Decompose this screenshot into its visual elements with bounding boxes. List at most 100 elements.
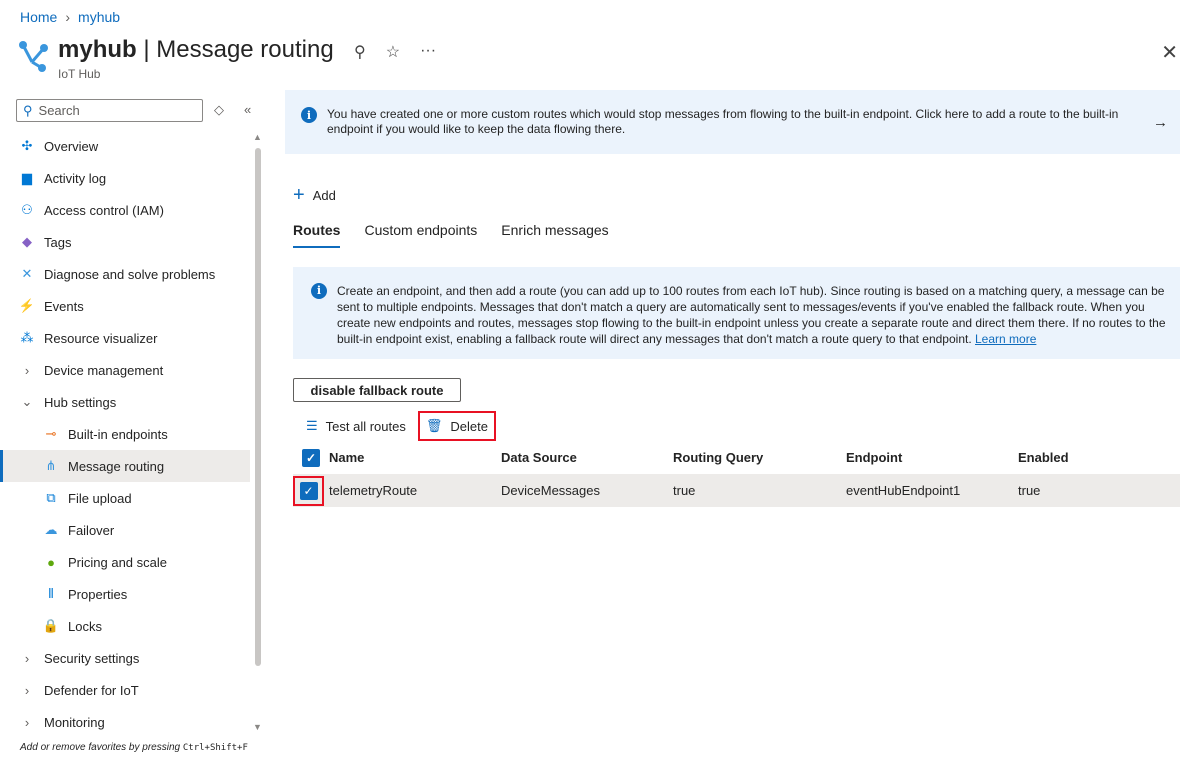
info-icon: i [311, 283, 327, 299]
scroll-up-icon[interactable]: ▲ [253, 132, 262, 142]
info-icon: i [301, 107, 317, 123]
tag-icon: ◆ [22, 234, 32, 249]
scroll-down-icon[interactable]: ▼ [253, 722, 262, 732]
sidebar-item-locks[interactable]: 🔒 Locks [0, 610, 250, 642]
sidebar-item-file-upload[interactable]: ⧉ File upload [0, 482, 250, 514]
select-all-checkbox[interactable]: ✓ [302, 448, 320, 467]
activity-log-icon: ▆ [22, 170, 32, 185]
sidebar-item-pricing-and-scale[interactable]: ● Pricing and scale [0, 546, 250, 578]
disable-fallback-route-button[interactable]: disable fallback route [293, 378, 461, 402]
sidebar-item-label: Monitoring [44, 714, 105, 730]
col-endpoint[interactable]: Endpoint [846, 450, 1018, 465]
routing-icon: ⋔ [45, 458, 57, 473]
sidebar-scrollbar[interactable]: ▲ ▼ [253, 132, 263, 732]
sidebar-item-failover[interactable]: ☁ Failover [0, 514, 250, 546]
sidebar-item-label: Diagnose and solve problems [44, 266, 216, 282]
tab-custom-endpoints[interactable]: Custom endpoints [364, 222, 477, 248]
routing-info: i Create an endpoint, and then add a rou… [293, 267, 1180, 359]
pricing-icon: ● [47, 554, 55, 570]
sidebar-item-properties[interactable]: ⦀ Properties [0, 578, 250, 610]
sidebar-item-activity-log[interactable]: ▆ Activity log [0, 162, 250, 194]
more-icon[interactable]: ··· [420, 42, 436, 62]
delete-button[interactable]: 🗑 Delete [417, 411, 496, 441]
checklist-icon: ☰ [306, 418, 318, 433]
plus-icon: + [293, 184, 305, 206]
sidebar-item-built-in-endpoints[interactable]: ⊸ Built-in endpoints [0, 418, 250, 450]
sidebar-item-access-control-iam[interactable]: ⚇ Access control (IAM) [0, 194, 250, 226]
arrow-right-icon[interactable]: → [1153, 115, 1168, 130]
sidebar-item-message-routing[interactable]: ⋔ Message routing [0, 450, 250, 482]
chevron-down-icon[interactable]: ⌄ [20, 394, 34, 410]
custom-routes-banner[interactable]: i You have created one or more custom ro… [285, 90, 1180, 154]
search-icon: ⚲ [23, 102, 33, 118]
properties-icon: ⦀ [48, 586, 54, 601]
sidebar-item-tags[interactable]: ◆ Tags [0, 226, 250, 258]
sidebar-item-label: Access control (IAM) [44, 202, 164, 218]
tab-enrich-messages[interactable]: Enrich messages [501, 222, 608, 248]
page-title: myhub | Message routing [58, 36, 334, 63]
sidebar-item-label: Events [44, 298, 84, 314]
star-icon[interactable]: ☆ [386, 42, 400, 62]
sidebar-item-events[interactable]: ⚡ Events [0, 290, 250, 322]
overview-icon: ✣ [21, 138, 33, 153]
sidebar-item-label: Resource visualizer [44, 330, 158, 346]
sidebar-item-overview[interactable]: ✣ Overview [0, 130, 250, 162]
sidebar-item-resource-visualizer[interactable]: ⁂ Resource visualizer [0, 322, 250, 354]
people-icon: ⚇ [21, 202, 33, 217]
table-header: ✓ Name Data Source Routing Query Endpoin… [293, 441, 1180, 474]
sidebar-item-diagnose-and-solve-problems[interactable]: ✕ Diagnose and solve problems [0, 258, 250, 290]
sidebar-item-label: Hub settings [44, 394, 117, 410]
pin-icon[interactable]: ⚲ [354, 42, 366, 62]
breadcrumb-home[interactable]: Home [20, 9, 57, 25]
sidebar-item-device-management[interactable]: › Device management [0, 354, 250, 386]
cell-data-source: DeviceMessages [501, 483, 600, 498]
chevron-right-icon[interactable]: › [20, 715, 34, 730]
sidebar-item-monitoring[interactable]: › Monitoring [0, 706, 250, 738]
breadcrumb-myhub[interactable]: myhub [78, 9, 120, 25]
row-checkbox[interactable]: ✓ [299, 481, 318, 500]
endpoint-icon: ⊸ [45, 426, 57, 441]
chevron-right-icon[interactable]: › [20, 683, 34, 698]
sidebar-item-security-settings[interactable]: › Security settings [0, 642, 250, 674]
sidebar-item-label: Locks [68, 618, 102, 634]
sidebar-item-label: Message routing [68, 458, 165, 474]
sort-icon[interactable]: ◇ [214, 102, 224, 118]
learn-more-link[interactable]: Learn more [975, 332, 1036, 346]
trash-icon: 🗑 [425, 418, 443, 433]
scroll-thumb[interactable] [255, 148, 261, 666]
tab-routes[interactable]: Routes [293, 222, 341, 248]
routes-table: ✓ Name Data Source Routing Query Endpoin… [293, 441, 1180, 507]
sidebar-nav: ✣ Overview ▆ Activity log ⚇ Access control (I… [0, 130, 250, 738]
sidebar-item-label: File upload [68, 490, 132, 506]
test-all-routes-button[interactable]: ☰ Test all routes [300, 414, 412, 438]
resource-type: IoT Hub [58, 67, 101, 81]
search-input[interactable]: ⚲ Search [16, 99, 203, 122]
breadcrumb: Home › myhub [20, 9, 120, 25]
col-routing-query[interactable]: Routing Query [673, 450, 846, 465]
cloud-icon: ☁ [44, 522, 58, 537]
sidebar-item-label: Defender for IoT [44, 682, 139, 698]
cell-name[interactable]: telemetryRoute [324, 483, 501, 498]
add-button[interactable]: + Add [293, 184, 336, 207]
chevron-right-icon[interactable]: › [20, 363, 34, 378]
chevron-right-icon[interactable]: › [20, 651, 34, 666]
close-icon[interactable]: ✕ [1161, 40, 1178, 65]
col-enabled[interactable]: Enabled [1018, 450, 1069, 465]
table-row[interactable]: ✓ telemetryRoute DeviceMessages true eve… [293, 474, 1180, 507]
sidebar-item-label: Tags [44, 234, 72, 250]
sidebar-item-label: Security settings [44, 650, 140, 666]
wrench-icon: ✕ [21, 266, 33, 281]
sidebar-item-label: Properties [68, 586, 128, 602]
lightning-icon: ⚡ [18, 298, 36, 313]
cell-enabled: true [1018, 483, 1041, 498]
sidebar-item-label: Activity log [44, 170, 107, 186]
iot-hub-icon [18, 40, 50, 77]
col-data-source[interactable]: Data Source [501, 450, 673, 465]
sidebar-item-hub-settings[interactable]: ⌄ Hub settings [0, 386, 250, 418]
col-name[interactable]: Name [329, 450, 501, 465]
sidebar-item-label: Built-in endpoints [68, 426, 168, 442]
lock-icon: 🔒 [42, 618, 60, 633]
favorites-hint: Add or remove favorites by pressing Ctrl… [20, 742, 248, 753]
collapse-icon[interactable]: « [244, 102, 251, 118]
sidebar-item-defender-for-iot[interactable]: › Defender for IoT [0, 674, 250, 706]
